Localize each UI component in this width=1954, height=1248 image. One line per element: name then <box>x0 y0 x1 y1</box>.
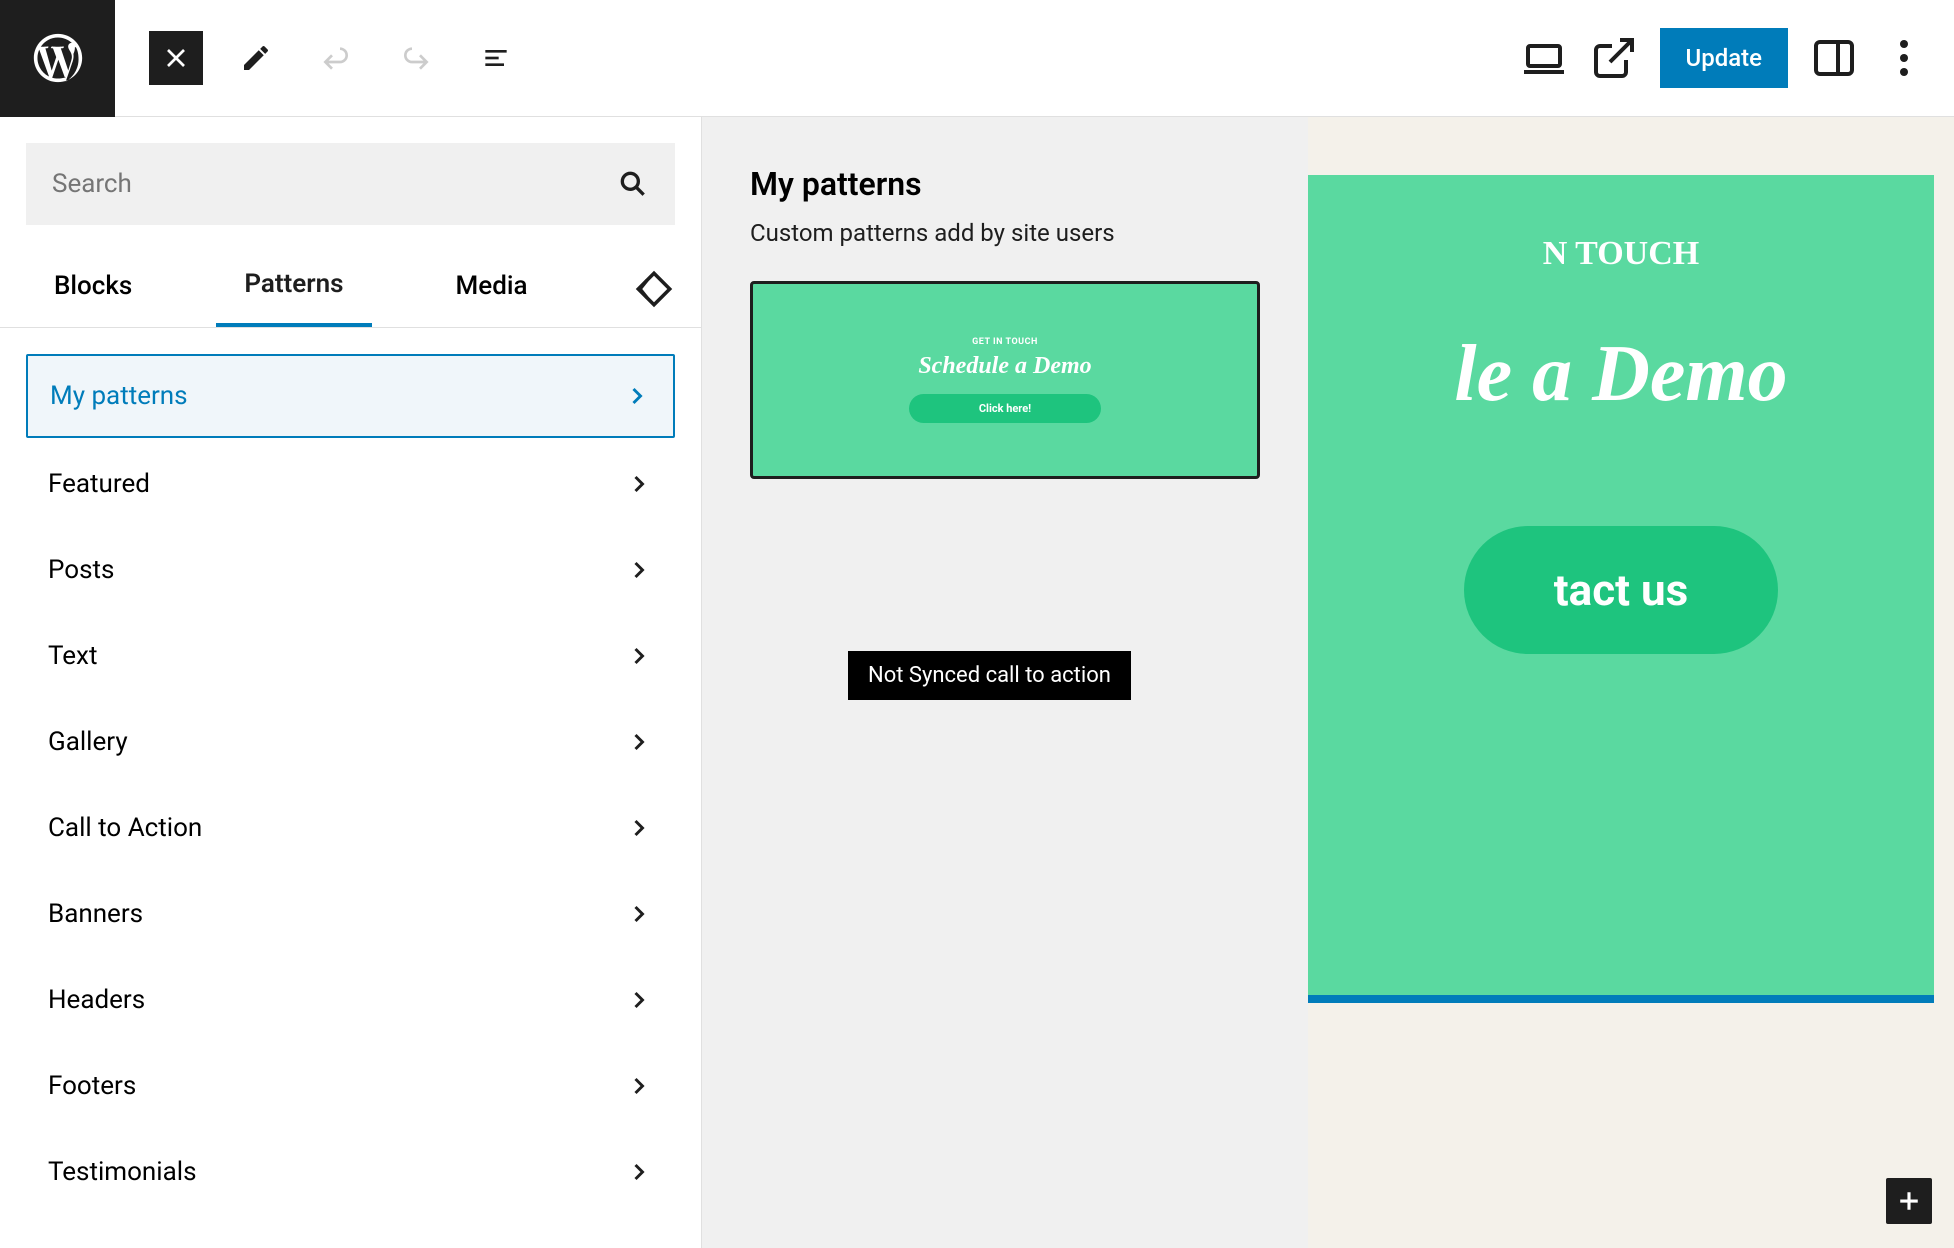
category-label: Gallery <box>48 727 128 757</box>
top-toolbar: Update <box>0 0 1954 117</box>
pattern-cta: Click here! <box>909 394 1101 423</box>
pattern-headline: Schedule a Demo <box>918 353 1091 380</box>
toolbar-right: Update <box>1520 28 1954 88</box>
category-label: Testimonials <box>48 1157 196 1187</box>
redo-icon <box>400 42 432 74</box>
plus-icon <box>1894 1186 1924 1216</box>
tab-media[interactable]: Media <box>428 253 556 325</box>
category-label: Banners <box>48 899 143 929</box>
close-inserter-button[interactable] <box>149 31 203 85</box>
category-featured[interactable]: Featured <box>26 444 675 524</box>
category-label: Footers <box>48 1071 136 1101</box>
document-overview-button[interactable] <box>469 31 523 85</box>
chevron-right-icon <box>625 728 653 756</box>
pattern-card-cta[interactable]: GET IN TOUCH Schedule a Demo Click here! <box>750 281 1260 479</box>
editor-canvas[interactable]: N TOUCH le a Demo tact us <box>1308 117 1954 1248</box>
undo-button[interactable] <box>309 31 363 85</box>
chevron-right-icon <box>625 556 653 584</box>
category-headers[interactable]: Headers <box>26 960 675 1040</box>
redo-button[interactable] <box>389 31 443 85</box>
category-label: Text <box>48 641 97 671</box>
pattern-preview-panel: My patterns Custom patterns add by site … <box>702 117 1308 1248</box>
options-button[interactable] <box>1880 34 1928 82</box>
category-label: Headers <box>48 985 145 1015</box>
block-inserter-sidebar: Blocks Patterns Media My patterns Featur… <box>0 117 702 1248</box>
category-posts[interactable]: Posts <box>26 530 675 610</box>
chevron-right-icon <box>625 986 653 1014</box>
pattern-explorer-button[interactable] <box>633 268 675 310</box>
inserter-tabs: Blocks Patterns Media <box>0 251 701 328</box>
chevron-right-icon <box>625 900 653 928</box>
category-label: Featured <box>48 469 150 499</box>
panel-title: My patterns <box>750 165 1260 203</box>
category-label: Posts <box>48 555 114 585</box>
sidebar-icon <box>1810 34 1858 82</box>
toolbar-left <box>149 31 523 85</box>
category-gallery[interactable]: Gallery <box>26 702 675 782</box>
canvas-headline: le a Demo <box>1454 329 1787 420</box>
canvas-cta-block[interactable]: N TOUCH le a Demo tact us <box>1308 175 1934 995</box>
tab-patterns[interactable]: Patterns <box>216 251 371 327</box>
settings-sidebar-button[interactable] <box>1810 34 1858 82</box>
category-label: My patterns <box>50 381 188 411</box>
search-icon <box>617 168 649 200</box>
close-icon <box>160 42 192 74</box>
laptop-icon <box>1520 34 1568 82</box>
category-text[interactable]: Text <box>26 616 675 696</box>
search-box <box>26 143 675 225</box>
diamond-icon <box>633 268 675 310</box>
wordpress-logo[interactable] <box>0 0 115 117</box>
category-banners[interactable]: Banners <box>26 874 675 954</box>
category-my-patterns[interactable]: My patterns <box>26 354 675 438</box>
chevron-right-icon <box>625 642 653 670</box>
chevron-right-icon <box>625 1072 653 1100</box>
chevron-right-icon <box>625 470 653 498</box>
category-testimonials[interactable]: Testimonials <box>26 1132 675 1212</box>
block-selection-indicator <box>1308 995 1934 1003</box>
chevron-right-icon <box>625 814 653 842</box>
pencil-icon <box>240 42 272 74</box>
external-link-icon <box>1590 34 1638 82</box>
search-input[interactable] <box>52 169 617 199</box>
category-call-to-action[interactable]: Call to Action <box>26 788 675 868</box>
add-block-button[interactable] <box>1886 1178 1932 1224</box>
pattern-kicker: GET IN TOUCH <box>972 337 1038 347</box>
pattern-tooltip: Not Synced call to action <box>848 651 1131 700</box>
edit-tools-button[interactable] <box>229 31 283 85</box>
view-button[interactable] <box>1520 34 1568 82</box>
undo-icon <box>320 42 352 74</box>
pattern-categories: My patterns Featured Posts Text Gallery … <box>0 328 701 1244</box>
wordpress-icon <box>29 29 87 87</box>
tab-blocks[interactable]: Blocks <box>26 253 160 325</box>
update-button[interactable]: Update <box>1660 28 1789 88</box>
preview-button[interactable] <box>1590 34 1638 82</box>
category-label: Call to Action <box>48 813 202 843</box>
list-icon <box>480 42 512 74</box>
main-content: Blocks Patterns Media My patterns Featur… <box>0 117 1954 1248</box>
chevron-right-icon <box>623 382 651 410</box>
more-vertical-icon <box>1880 34 1928 82</box>
category-footers[interactable]: Footers <box>26 1046 675 1126</box>
canvas-kicker: N TOUCH <box>1543 235 1700 273</box>
canvas-cta-button[interactable]: tact us <box>1464 526 1778 654</box>
chevron-right-icon <box>625 1158 653 1186</box>
panel-subtitle: Custom patterns add by site users <box>750 219 1260 247</box>
